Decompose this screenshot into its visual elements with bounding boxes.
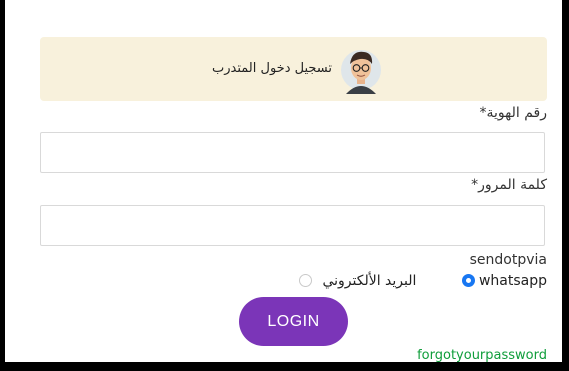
trainee-avatar-icon — [341, 50, 381, 94]
radio-unchecked-icon[interactable] — [299, 274, 312, 287]
send-otp-label: sendotpvia — [469, 252, 547, 268]
login-button[interactable]: LOGIN — [239, 297, 348, 346]
radio-option-whatsapp[interactable]: whatsapp — [461, 273, 547, 289]
id-number-input[interactable] — [40, 132, 545, 173]
radio-label-email: البريد الألكتروني — [322, 273, 417, 289]
page-title: تسجيل دخول المتدرب — [212, 61, 332, 76]
radio-checked-icon[interactable] — [461, 274, 475, 287]
password-label: كلمة المرور* — [471, 177, 547, 193]
radio-label-whatsapp: whatsapp — [478, 273, 547, 289]
login-header-banner: تسجيل دخول المتدرب — [40, 37, 547, 101]
password-input[interactable] — [40, 205, 545, 246]
login-panel: تسجيل دخول المتدرب رقم الهوية* كلمة المر… — [5, 0, 562, 362]
id-number-label: رقم الهوية* — [479, 105, 547, 121]
radio-option-email[interactable]: البريد الألكتروني — [299, 273, 416, 289]
forgot-password-link[interactable]: forgotyourpassword — [417, 348, 547, 362]
